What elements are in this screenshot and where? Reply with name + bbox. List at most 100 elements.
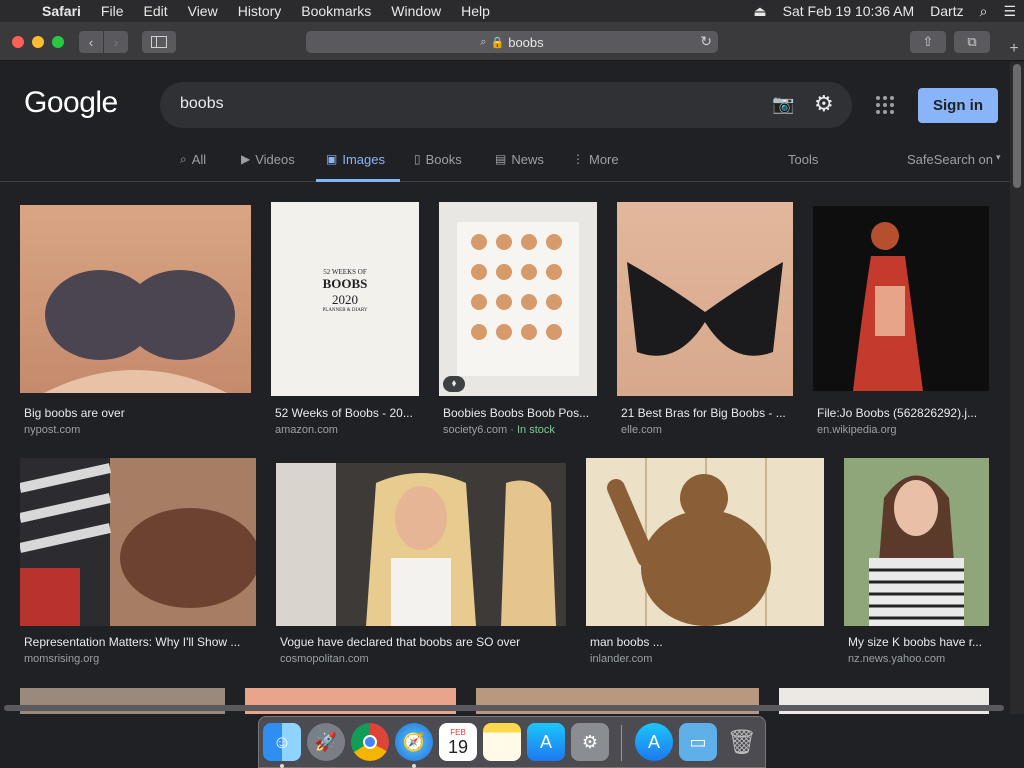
launchpad-icon[interactable]: 🚀 [307, 723, 345, 761]
menu-history[interactable]: History [228, 0, 292, 22]
result-thumbnail[interactable] [813, 206, 989, 391]
book-icon: ▯ [414, 152, 421, 166]
result-source: momsrising.org [24, 653, 100, 665]
thumbnail-art [20, 458, 256, 626]
google-images-page: Google boobs 📷 ⚙ Sign in ⌕ All ▶ Videos ▣ I… [0, 62, 1010, 714]
result-caption: man boobs ... [590, 635, 663, 649]
image-icon: ▣ [326, 152, 338, 166]
dock: ☺ 🚀 🧭 FEB 19 A ⚙ A ▭ 🗑 [258, 716, 766, 768]
menu-file[interactable]: File [91, 0, 134, 22]
calendar-day: 19 [447, 736, 469, 757]
menu-clock[interactable]: Sat Feb 19 10:36 AM [775, 0, 923, 22]
result-thumbnail[interactable] [844, 458, 989, 626]
google-logo[interactable]: Google [24, 86, 118, 120]
control-center-icon[interactable]: ☰ [995, 0, 1024, 22]
result-source: cosmopolitan.com [280, 653, 369, 665]
sidebar-button[interactable] [142, 31, 176, 53]
desktop: Safari File Edit View History Bookmarks … [0, 0, 1024, 768]
address-bar[interactable]: ⌕ 🔒 boobs ↻ [306, 31, 718, 53]
thumbnail-art [457, 222, 579, 376]
result-source: elle.com [621, 424, 662, 436]
menu-window[interactable]: Window [381, 0, 451, 22]
finder-icon[interactable]: ☺ [263, 723, 301, 761]
tabs-icon: ⧉ [967, 34, 977, 49]
menu-user[interactable]: Dartz [922, 0, 971, 22]
eject-icon[interactable]: ⏏ [745, 0, 774, 22]
result-thumbnail[interactable] [586, 458, 824, 626]
gear-icon[interactable]: ⚙ [814, 91, 834, 117]
horizontal-scrollbar[interactable] [4, 705, 1004, 711]
lock-icon: 🔒 [490, 36, 505, 49]
vertical-scrollbar[interactable] [1010, 62, 1024, 714]
share-icon: ⇧ [922, 34, 934, 49]
tools-button[interactable]: Tools [788, 152, 818, 182]
result-source: en.wikipedia.org [817, 424, 897, 436]
tab-images[interactable]: ▣ Images [316, 152, 400, 182]
apps-grid-icon[interactable] [876, 96, 894, 114]
search-icon: ⌕ [180, 152, 187, 166]
menu-help[interactable]: Help [451, 0, 500, 22]
search-tabs: ⌕ All ▶ Videos ▣ Images ▯ Books ▤ News ⋮ More … [0, 146, 1010, 182]
poster-line4: PLANNER & DIARY [322, 308, 368, 313]
tab-videos[interactable]: ▶ Videos [241, 152, 295, 182]
result-source: society6.com · In stock [443, 424, 555, 436]
app-store-icon[interactable]: A [635, 723, 673, 761]
tab-news[interactable]: ▤ News [495, 152, 544, 182]
chrome-icon[interactable] [351, 723, 389, 761]
result-thumbnail[interactable]: ⬧ [439, 202, 597, 396]
minimize-window-button[interactable] [32, 36, 44, 48]
tab-more[interactable]: ⋮ More [572, 152, 619, 182]
result-thumbnail[interactable] [20, 205, 251, 393]
result-caption: Big boobs are over [24, 406, 125, 420]
forward-button[interactable]: › [104, 31, 128, 53]
sidebar-icon [151, 36, 167, 48]
show-tabs-button[interactable]: ⧉ [954, 31, 990, 53]
result-thumbnail[interactable] [617, 202, 793, 396]
result-caption: 52 Weeks of Boobs - 20... [275, 406, 413, 420]
menu-view[interactable]: View [178, 0, 228, 22]
sign-in-button[interactable]: Sign in [918, 88, 998, 123]
result-thumbnail[interactable] [20, 458, 256, 626]
result-thumbnail[interactable]: 52 WEEKS OF BOOBS 2020 PLANNER & DIARY [271, 202, 419, 396]
notes-icon[interactable] [483, 723, 521, 761]
tab-all-label: All [191, 152, 207, 167]
folder-icon[interactable]: ▭ [679, 723, 717, 761]
spotlight-icon[interactable]: ⌕ [972, 0, 996, 22]
camera-icon[interactable]: 📷 [772, 94, 794, 115]
app-store-icon[interactable]: A [527, 723, 565, 761]
result-caption: 21 Best Bras for Big Boobs - ... [621, 406, 786, 420]
trash-icon[interactable]: 🗑 [723, 723, 761, 761]
tab-news-label: News [511, 152, 544, 167]
result-caption: Representation Matters: Why I'll Show ..… [24, 635, 241, 649]
menu-edit[interactable]: Edit [133, 0, 177, 22]
tab-books[interactable]: ▯ Books [414, 152, 462, 182]
menu-bookmarks[interactable]: Bookmarks [291, 0, 381, 22]
zoom-window-button[interactable] [52, 36, 64, 48]
safesearch-toggle[interactable]: SafeSearch on ▾ [907, 152, 1001, 182]
result-caption: Vogue have declared that boobs are SO ov… [280, 635, 521, 649]
result-source: nypost.com [24, 424, 81, 436]
thumbnail-art [607, 458, 771, 626]
menu-bar: Safari File Edit View History Bookmarks … [0, 0, 1024, 22]
tab-all[interactable]: ⌕ All [180, 152, 206, 182]
result-source-domain: society6.com [443, 424, 508, 436]
tag-icon: ⬧ [443, 376, 465, 392]
menu-app-name[interactable]: Safari [40, 0, 91, 22]
reload-icon[interactable]: ↻ [700, 33, 712, 50]
back-button[interactable]: ‹ [79, 31, 103, 53]
dock-divider [621, 725, 622, 761]
safari-icon[interactable]: 🧭 [395, 723, 433, 761]
system-preferences-icon[interactable]: ⚙ [571, 723, 609, 761]
result-source: amazon.com [275, 424, 338, 436]
dropdown-arrow-icon: ▾ [996, 152, 1001, 162]
thumbnail-art [627, 262, 783, 356]
scrollbar-thumb[interactable] [1013, 64, 1021, 188]
share-button[interactable]: ⇧ [910, 31, 946, 53]
new-tab-icon[interactable]: + [1004, 40, 1024, 60]
result-thumbnail[interactable] [276, 463, 566, 626]
close-window-button[interactable] [12, 36, 24, 48]
calendar-icon[interactable]: FEB 19 [439, 723, 477, 761]
running-indicator [280, 764, 284, 768]
search-input[interactable]: boobs 📷 ⚙ [160, 82, 852, 128]
poster-title: 52 WEEKS OF BOOBS 2020 PLANNER & DIARY [271, 268, 419, 313]
